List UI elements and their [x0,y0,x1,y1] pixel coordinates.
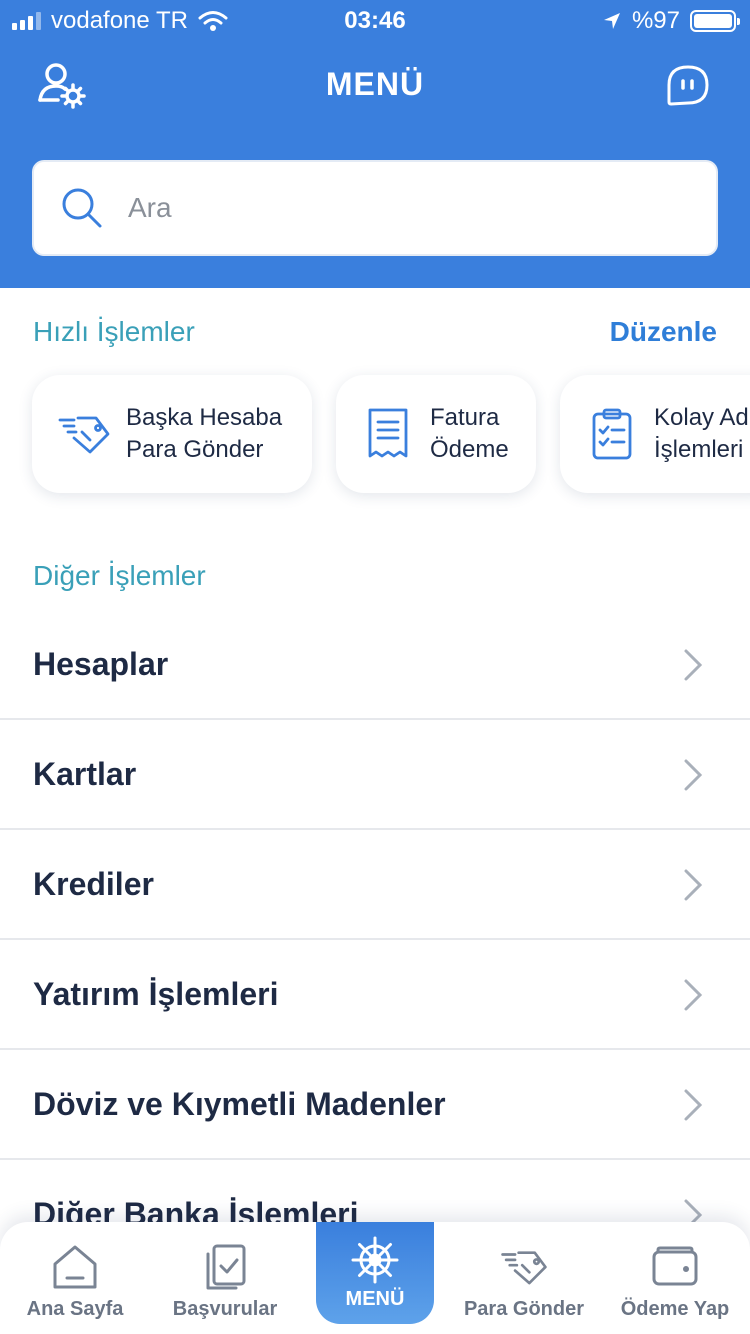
list-item-label: Kartlar [33,755,137,792]
send-money-icon [58,416,110,454]
tab-send-money[interactable]: Para Gönder [449,1222,599,1334]
chevron-right-icon [684,979,703,1011]
search-input[interactable] [128,192,688,224]
chevron-right-icon [684,869,703,901]
invoice-icon [368,408,408,458]
location-arrow-icon [603,13,620,29]
quick-action-easy-address[interactable]: Kolay Ad İşlemleri [560,375,750,493]
quick-actions-title: Hızlı İşlemler [33,316,195,347]
list-item-label: Krediler [33,865,154,902]
quick-action-invoice[interactable]: Fatura Ödeme [336,375,536,493]
list-item-label: Yatırım İşlemleri [33,975,279,1012]
tab-menu[interactable]: MENÜ [316,1222,434,1324]
page-title: MENÜ [325,66,425,102]
list-item-loans[interactable]: Krediler [0,830,750,940]
header: vodafone TR 03:46 %97 MENÜ [0,0,750,288]
quick-action-label: Kolay Ad İşlemleri [654,404,749,463]
search-icon [62,188,102,228]
list-item-label: Döviz ve Kıymetli Madenler [33,1085,446,1122]
quick-action-send-money[interactable]: Başka Hesaba Para Gönder [32,375,312,493]
tab-label: Ödeme Yap [620,1298,730,1320]
list-item-accounts[interactable]: Hesaplar [0,610,750,720]
quick-action-label: Fatura Ödeme [430,404,509,463]
search-bar[interactable] [32,160,718,256]
tab-payment[interactable]: Ödeme Yap [600,1222,750,1334]
chat-bot-icon[interactable] [666,64,710,108]
battery-icon [690,10,740,32]
chevron-right-icon [684,649,703,681]
applications-icon [206,1244,246,1290]
tab-home[interactable]: Ana Sayfa [0,1222,150,1334]
list-item-currency-metals[interactable]: Döviz ve Kıymetli Madenler [0,1050,750,1160]
tab-applications[interactable]: Başvurular [150,1222,300,1334]
clipboard-check-icon [592,408,632,460]
edit-button[interactable]: Düzenle [610,316,717,348]
list-item-investments[interactable]: Yatırım İşlemleri [0,940,750,1050]
tab-label: Para Gönder [463,1298,585,1320]
list-item-label: Hesaplar [33,645,169,682]
quick-action-label: Başka Hesaba Para Gönder [126,404,283,463]
other-actions-list: Hesaplar Kartlar Krediler Yatırım İşleml… [0,610,750,1270]
ship-wheel-icon [351,1236,399,1284]
tab-label: Ana Sayfa [26,1298,124,1320]
send-money-icon [501,1251,547,1285]
status-right: %97 [602,7,740,35]
tab-label: Başvurular [172,1298,278,1320]
chevron-right-icon [684,759,703,791]
home-icon [53,1245,97,1289]
bottom-tab-bar: Ana Sayfa Başvurular MENÜ Para Gönder Öd… [0,1222,750,1334]
chevron-right-icon [684,1089,703,1121]
status-bar: vodafone TR 03:46 %97 [0,0,750,40]
battery-percent: %97 [631,7,680,34]
other-actions-title: Diğer İşlemler [33,560,206,591]
list-item-cards[interactable]: Kartlar [0,720,750,830]
wallet-icon [652,1246,698,1286]
tab-label: MENÜ [345,1288,405,1310]
